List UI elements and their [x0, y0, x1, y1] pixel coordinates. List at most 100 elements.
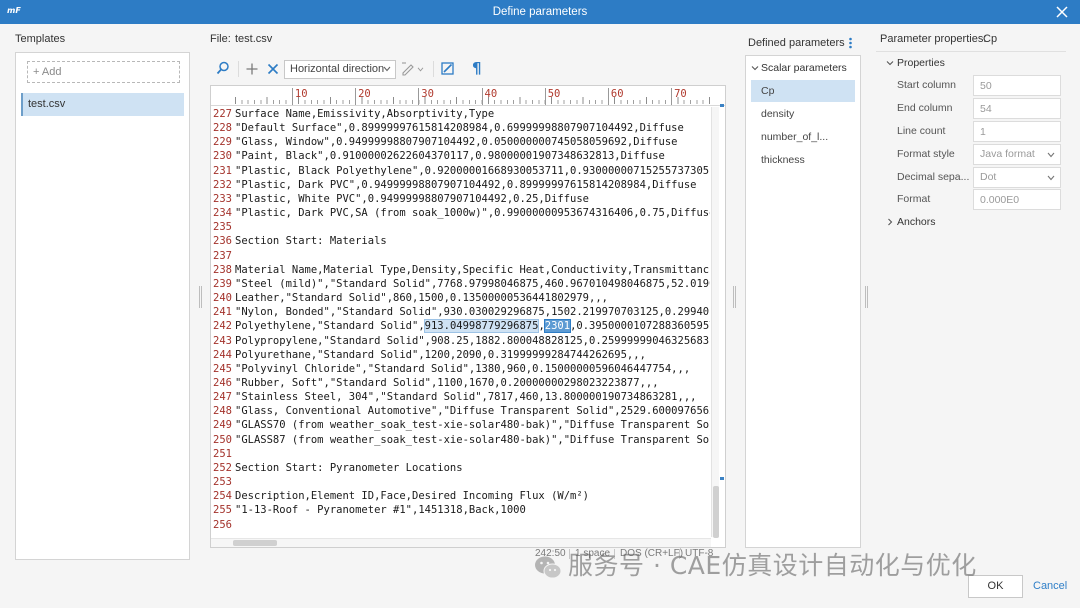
format-field[interactable] — [973, 189, 1061, 210]
editor-line[interactable]: 236 Section Start: Materials — [211, 234, 710, 248]
line-text: "Default Surface",0.89999997615814208984… — [235, 122, 684, 135]
vertical-scrollbar[interactable] — [711, 107, 719, 538]
editor-line[interactable]: 235 — [211, 220, 710, 234]
editor-line[interactable]: 244 Polyurethane,"Standard Solid",1200,20… — [211, 348, 710, 362]
editor-line[interactable]: 255 "1-13-Roof - Pyranometer #1",1451318,… — [211, 503, 710, 517]
editor-line[interactable]: 247 "Stainless Steel, 304","Standard Soli… — [211, 390, 710, 404]
horizontal-scroll-thumb[interactable] — [233, 540, 277, 546]
editor-lines[interactable]: 227 Surface Name,Emissivity,Absorptivity,… — [211, 107, 710, 537]
line-text: "Glass, Window",0.94999998807907104492,0… — [235, 136, 678, 149]
editor-line-current[interactable]: 242 Polyethylene,"Standard Solid",913.049… — [211, 319, 710, 334]
highlighted-value[interactable]: 913.04998779296875 — [423, 319, 540, 334]
editor-line[interactable]: 241 "Nylon, Bonded","Standard Solid",930.… — [211, 305, 710, 319]
template-item[interactable]: test.csv — [21, 93, 184, 116]
line-text: Polyurethane,"Standard Solid",1200,2090,… — [235, 348, 646, 361]
line-text: "1-13-Roof - Pyranometer #1",1451318,Bac… — [235, 504, 526, 517]
search-icon[interactable] — [216, 61, 230, 75]
editor-line[interactable]: 227 Surface Name,Emissivity,Absorptivity,… — [211, 107, 710, 121]
title-bar: Define parameters mF — [0, 0, 1080, 24]
line-number: 230 — [213, 150, 232, 163]
decimal-separator-select[interactable]: Dot — [973, 167, 1061, 188]
defined-parameters-heading: Defined parameters — [748, 37, 845, 49]
toolbar-separator — [433, 61, 434, 77]
editor-line[interactable]: 251 — [211, 447, 710, 461]
more-options-icon[interactable] — [848, 37, 853, 49]
line-text: "GLASS87 (from weather_soak_test-xie-sol… — [235, 433, 710, 446]
parameter-item[interactable]: density — [751, 103, 855, 125]
line-number: 233 — [213, 192, 232, 205]
splitter-handle[interactable] — [733, 286, 736, 308]
window-title: Define parameters — [492, 6, 588, 18]
format-style-select[interactable]: Java format — [973, 144, 1061, 165]
scalar-parameters-group[interactable]: Scalar parameters — [761, 62, 847, 74]
decimal-separator-label: Decimal sepa... — [897, 171, 970, 183]
editor-line[interactable]: 233 "Plastic, White PVC",0.94999998807907… — [211, 192, 710, 206]
chevron-down-icon[interactable] — [417, 67, 424, 72]
toolbar-separator — [238, 61, 239, 77]
column-ruler: 10 20 30 40 50 60 70 — [211, 86, 725, 106]
line-text: Material Name,Material Type,Density,Spec… — [235, 263, 710, 276]
editor-line[interactable]: 232 "Plastic, Dark PVC",0.949999988079071… — [211, 178, 710, 192]
editor-line[interactable]: 228 "Default Surface",0.89999997615814208… — [211, 121, 710, 135]
editor-line[interactable]: 253 — [211, 475, 710, 489]
splitter-handle[interactable] — [199, 286, 202, 308]
line-number: 235 — [213, 221, 232, 234]
start-column-label: Start column — [897, 79, 956, 91]
line-number: 232 — [213, 178, 232, 191]
chevron-right-icon[interactable] — [886, 218, 894, 226]
line-text: Polypropylene,"Standard Solid",908.25,18… — [235, 334, 710, 347]
close-icon[interactable] — [1054, 4, 1070, 20]
parameter-properties-heading: Parameter properties: — [880, 33, 987, 45]
cancel-button[interactable]: Cancel — [1033, 580, 1067, 592]
editor-line[interactable]: 249 "GLASS70 (from weather_soak_test-xie-… — [211, 418, 710, 432]
line-number: 242 — [213, 320, 232, 333]
add-icon[interactable] — [245, 62, 259, 76]
editor-line[interactable]: 252 Section Start: Pyranometer Locations — [211, 461, 710, 475]
parameter-item[interactable]: number_of_l... — [751, 126, 855, 148]
line-count-field[interactable] — [973, 121, 1061, 142]
edit-square-icon[interactable] — [441, 62, 454, 75]
editor-line[interactable]: 240 Leather,"Standard Solid",860,1500,0.1… — [211, 291, 710, 305]
parameter-item[interactable]: Cp — [751, 80, 855, 102]
editor-line[interactable]: 248 "Glass, Conventional Automotive","Dif… — [211, 404, 710, 418]
start-column-field[interactable] — [973, 75, 1061, 96]
editor-line[interactable]: 237 — [211, 249, 710, 263]
editor-line[interactable]: 238 Material Name,Material Type,Density,S… — [211, 263, 710, 277]
direction-select[interactable]: Horizontal direction — [284, 60, 396, 79]
editor-line[interactable]: 229 "Glass, Window",0.9499999880790710449… — [211, 135, 710, 149]
edit-dropdown-icon[interactable] — [401, 62, 415, 76]
editor-line[interactable]: 250 "GLASS87 (from weather_soak_test-xie-… — [211, 433, 710, 447]
editor-line[interactable]: 245 "Polyvinyl Chloride","Standard Solid"… — [211, 362, 710, 376]
editor-line[interactable]: 231 "Plastic, Black Polyethylene",0.92000… — [211, 164, 710, 178]
line-text: "Nylon, Bonded","Standard Solid",930.030… — [235, 306, 710, 319]
splitter-handle[interactable] — [865, 286, 868, 308]
line-count-label: Line count — [897, 125, 946, 137]
editor-line[interactable]: 256 — [211, 518, 710, 532]
chevron-down-icon — [383, 66, 391, 72]
properties-section[interactable]: Properties — [897, 57, 945, 69]
line-number: 253 — [213, 476, 232, 489]
editor-line[interactable]: 243 Polypropylene,"Standard Solid",908.25… — [211, 334, 710, 348]
parameter-item[interactable]: thickness — [751, 149, 855, 171]
chevron-down-icon[interactable] — [886, 59, 894, 67]
line-text: Description,Element ID,Face,Desired Inco… — [235, 490, 590, 503]
editor-line[interactable]: 246 "Rubber, Soft","Standard Solid",1100,… — [211, 376, 710, 390]
line-text: "Paint, Black",0.91000002622604370117,0.… — [235, 150, 665, 163]
remove-icon[interactable] — [266, 62, 280, 76]
editor-line[interactable]: 254 Description,Element ID,Face,Desired I… — [211, 489, 710, 503]
line-number: 246 — [213, 376, 232, 389]
horizontal-scrollbar[interactable] — [211, 538, 711, 547]
editor-line[interactable]: 234 "Plastic, Dark PVC,SA (from soak_1000… — [211, 206, 710, 220]
add-template-button[interactable]: + Add — [27, 61, 180, 83]
end-column-field[interactable] — [973, 98, 1061, 119]
line-text-prefix: Polyethylene,"Standard Solid", — [235, 320, 425, 333]
wechat-icon — [535, 556, 562, 579]
text-editor[interactable]: 10 20 30 40 50 60 70 227 Surface Name,Emi… — [210, 85, 726, 548]
line-text: "Stainless Steel, 304","Standard Solid",… — [235, 391, 697, 404]
anchors-section[interactable]: Anchors — [897, 216, 936, 228]
selected-value[interactable]: 2301 — [543, 319, 572, 334]
editor-line[interactable]: 239 "Steel (mild)","Standard Solid",7768.… — [211, 277, 710, 291]
editor-line[interactable]: 230 "Paint, Black",0.91000002622604370117… — [211, 149, 710, 163]
pilcrow-icon[interactable]: ¶ — [472, 59, 482, 77]
chevron-down-icon[interactable] — [751, 64, 759, 72]
